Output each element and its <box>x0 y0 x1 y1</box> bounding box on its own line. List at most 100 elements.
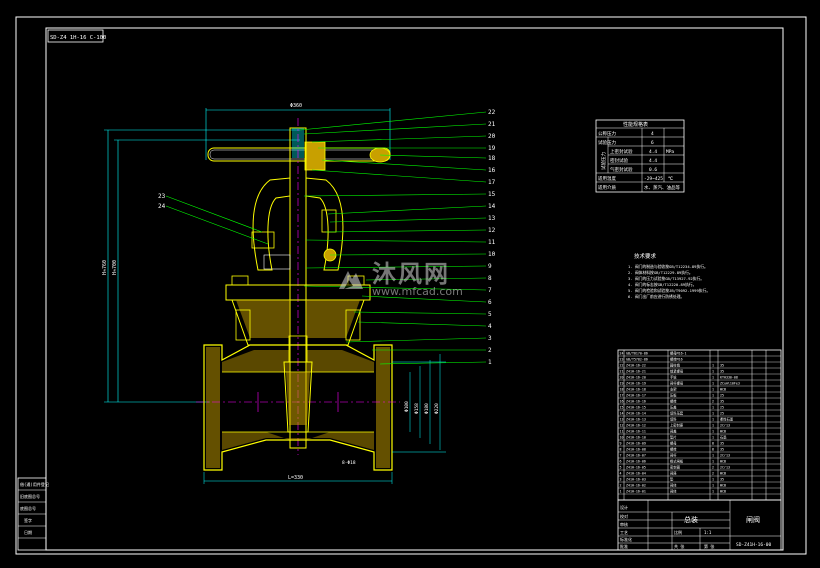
bom-cell-mat: WCB <box>720 388 726 392</box>
balloon: 6 <box>488 299 492 306</box>
bom-cell-mat: 35 <box>720 370 724 374</box>
perf-row-unit: MPa <box>666 149 674 155</box>
bom-cell-code: Z41H-16-09 <box>626 442 646 446</box>
bom-cell-code: Z41H-16-12 <box>626 424 646 428</box>
left-strip-label: 底图总号 <box>20 505 36 511</box>
bom-cell-name: 螺栓 <box>670 399 677 404</box>
perf-side-label: 试验压力 <box>600 152 607 170</box>
bom-cell-mat: 2Cr13 <box>720 454 730 458</box>
bom-cell-mat: 2Cr13 <box>720 424 730 428</box>
balloon: 21 <box>488 121 496 128</box>
balloon: 18 <box>488 155 496 162</box>
balloon: 16 <box>488 167 496 174</box>
perf-row-label: 试验压力 <box>598 139 616 146</box>
balloon: 8 <box>488 275 492 282</box>
bom-cell-qty: 1 <box>712 376 714 380</box>
bom-cell-code: Z41H-16-22 <box>626 364 646 368</box>
bom-cell-code: Z41H-16-13 <box>626 418 646 422</box>
bom-cell-qty: 1 <box>712 460 714 464</box>
title-cell: 工艺 <box>620 530 628 535</box>
bom-cell-name: 垫片 <box>670 435 677 440</box>
balloon: 3 <box>488 335 492 342</box>
bom-cell-mat: WCB <box>720 490 726 494</box>
bom-cell-no: 3 <box>620 478 622 482</box>
bom-cell-mat: ZCuAl10Fe3 <box>720 382 740 386</box>
watermark: 沐风网 www.mfcad.com <box>336 262 463 298</box>
bom-cell-no: 12 <box>620 424 624 428</box>
bom-cell-name: 螺栓 <box>670 447 677 452</box>
balloon: 22 <box>488 109 496 116</box>
bom-cell-qty: 8 <box>712 442 714 446</box>
bom-cell-name: 压盖 <box>670 405 677 410</box>
bom-cell-code: Z41H-16-15 <box>626 406 646 410</box>
perf-row-value: 0.6 <box>649 167 657 173</box>
bom-cell-mat: 2Cr13 <box>720 466 730 470</box>
balloon-left: 24 <box>158 203 166 210</box>
flange-dim: Φ100 <box>404 401 410 412</box>
bom-cell-no: 5 <box>620 466 622 470</box>
watermark-url: www.mfcad.com <box>372 285 463 298</box>
bom-cell-no: 11 <box>620 430 624 434</box>
bom-cell-code: Z41H-16-14 <box>626 412 646 416</box>
bom-cell-name: 阀杆螺母 <box>670 381 684 386</box>
bom-cell-code: GB/T6170-86 <box>626 352 648 356</box>
perf-row-value: 4 <box>651 131 654 137</box>
bolt-holes-dim: 8-Φ18 <box>342 460 356 466</box>
balloon: 9 <box>488 263 492 270</box>
bom-cell-no: 1 <box>620 490 622 494</box>
perf-media-value: 水、蒸汽、油品等 <box>644 184 680 191</box>
bom-cell-name: 垫 <box>670 477 674 482</box>
bom-cell-code: Z41H-16-03 <box>626 478 646 482</box>
bom-cell-name: 阀盖 <box>670 429 677 434</box>
bom-cell-mat: WCB <box>720 472 726 476</box>
title-cell: 1:1 <box>704 530 712 535</box>
bom-cell-code: Z41H-16-11 <box>626 430 646 434</box>
bom-cell-code: Z41H-16-19 <box>626 382 646 386</box>
bom-cell-code: Z41H-16-17 <box>626 394 646 398</box>
perf-row-label: 气密封试验 <box>610 166 633 173</box>
bom-cell-code: Z41H-16-10 <box>626 436 646 440</box>
title-cell: 标准化 <box>620 536 632 542</box>
perf-temp-label: 适用温度 <box>598 175 616 182</box>
drawing-number: SD-Z41H-16-00 <box>736 542 772 548</box>
title-cell: 校对 <box>620 513 628 519</box>
balloon: 4 <box>488 323 492 330</box>
performance-table: 性能规格表 公称压力 4 试验压力 6 试验压力 上密封试验 4.4 MPa 密… <box>595 119 685 193</box>
bom-cell-name: 阀体 <box>670 489 677 494</box>
left-strip: 借(通)用件登记 旧底图总号 底图总号 签字 日期 <box>17 477 49 551</box>
title-cell: 批准 <box>620 543 628 549</box>
bom-cell-code: GB/T5782-86 <box>626 358 648 362</box>
left-strip-label: 旧底图总号 <box>20 493 40 499</box>
bom-cell-name: 上密封座 <box>670 423 684 428</box>
bom-cell-mat: 柔性石墨 <box>720 417 734 422</box>
bom-cell-mat: 25 <box>720 406 724 410</box>
bom-cell-qty: 1 <box>712 418 714 422</box>
bom-cell-qty: 2 <box>712 472 714 476</box>
bom-cell-mat: KTH330-08 <box>720 376 738 380</box>
bom-cell-code: Z41H-16-07 <box>626 454 646 458</box>
bom-cell-qty: 2 <box>712 466 714 470</box>
bom-cell-no: 17 <box>620 394 624 398</box>
balloon: 10 <box>488 251 496 258</box>
bom-cell-code: Z41H-16-18 <box>626 388 646 392</box>
title-block: 设计 校对 审核 工艺 标准化 批准 比例 1:1 共 张 第 张 总装 闸阀 … <box>617 499 782 551</box>
title-cell: 共 张 <box>674 543 684 549</box>
bom-cell-no: 13 <box>620 418 624 422</box>
bom-cell-name: 填料压套 <box>670 411 684 416</box>
bom-cell-no: 6 <box>620 460 622 464</box>
bom-cell-name: 填料 <box>670 417 677 422</box>
bom-cell-no: 14 <box>620 412 624 416</box>
bom-cell-name: 锁紧螺母 <box>670 369 684 374</box>
drawing-code: SD-Z4 1H-16 C-100 <box>50 35 106 41</box>
bom-cell-mat: 35 <box>720 400 724 404</box>
bom-cell-no: 24 <box>620 352 624 356</box>
bom-cell-no: 20 <box>620 376 624 380</box>
bom-cell-no: 16 <box>620 400 624 404</box>
perf-row-label: 密封试验 <box>610 157 628 164</box>
bom-cell-code: Z41H-16-05 <box>626 466 646 470</box>
bom-cell-no: 15 <box>620 406 624 410</box>
bom-cell-qty: 1 <box>712 382 714 386</box>
balloon: 15 <box>488 191 496 198</box>
bom-cell-name: 楔式闸板 <box>670 459 684 464</box>
height-closed-dim: H≈700 <box>112 260 118 275</box>
